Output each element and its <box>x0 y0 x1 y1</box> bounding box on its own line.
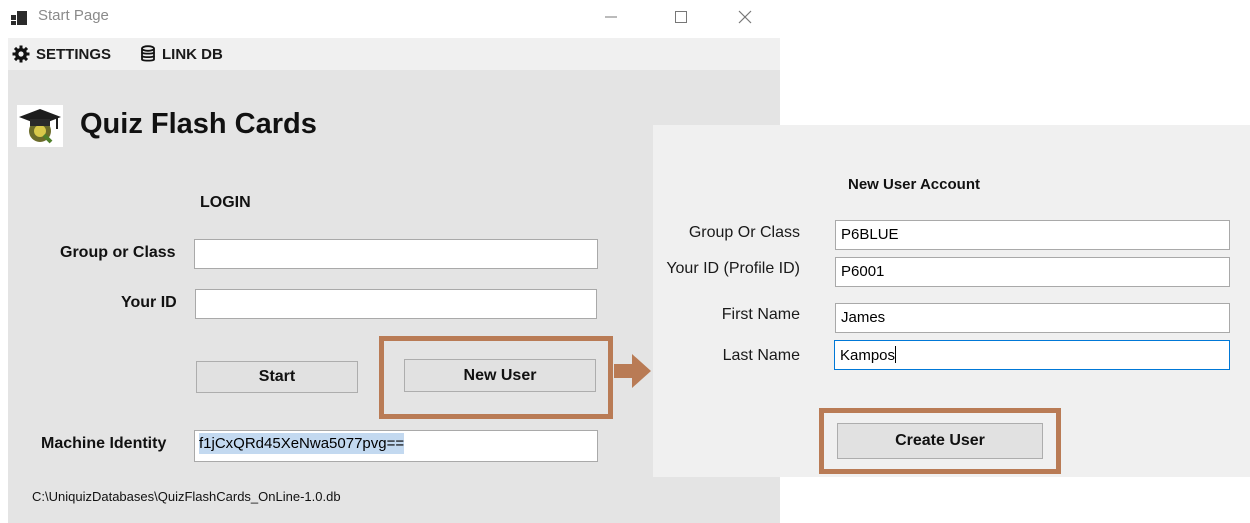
machine-identity-label: Machine Identity <box>41 435 167 452</box>
nu-profile-id-input[interactable]: P6001 <box>835 257 1230 287</box>
menu-link-db-label: LINK DB <box>162 45 223 63</box>
group-class-input[interactable] <box>194 239 598 269</box>
nu-group-class-label: Group Or Class <box>688 224 800 241</box>
maximize-button[interactable] <box>658 2 704 32</box>
window-app-icon <box>11 11 27 25</box>
machine-identity-value: f1jCxQRd45XeNwa5077pvg== <box>199 433 405 454</box>
database-icon <box>141 45 155 62</box>
nu-first-name-input[interactable]: James <box>835 303 1230 333</box>
database-path: C:\UniquizDatabases\QuizFlashCards_OnLin… <box>32 489 341 504</box>
menu-settings[interactable]: SETTINGS <box>12 38 111 70</box>
start-button[interactable]: Start <box>196 361 358 393</box>
new-user-button[interactable]: New User <box>404 359 596 392</box>
arrow-right-icon <box>614 354 651 388</box>
new-user-heading: New User Account <box>848 176 980 193</box>
minimize-icon <box>605 16 617 18</box>
machine-identity-field[interactable]: f1jCxQRd45XeNwa5077pvg== <box>194 430 598 462</box>
menu-settings-label: SETTINGS <box>36 45 112 63</box>
title-bar[interactable]: Start Page <box>0 0 780 36</box>
nu-profile-id-label: Your ID (Profile ID) <box>666 260 800 277</box>
nu-last-name-input[interactable]: Kampos <box>834 340 1230 370</box>
nu-first-name-label: First Name <box>721 306 800 323</box>
create-user-button[interactable]: Create User <box>837 423 1043 459</box>
menu-link-db[interactable]: LINK DB <box>140 38 223 70</box>
close-icon <box>738 10 752 24</box>
nu-group-class-input[interactable]: P6BLUE <box>835 220 1230 250</box>
maximize-icon <box>675 11 687 23</box>
graduation-cap-icon <box>17 105 63 147</box>
your-id-input[interactable] <box>195 289 597 319</box>
your-id-label: Your ID <box>121 294 177 311</box>
app-title: Quiz Flash Cards <box>80 108 317 140</box>
new-user-account-panel: New User Account Group Or Class P6BLUE Y… <box>653 125 1250 477</box>
group-class-label: Group or Class <box>60 244 176 261</box>
text-cursor <box>895 346 897 363</box>
minimize-button[interactable] <box>588 2 634 32</box>
nu-last-name-label: Last Name <box>722 347 800 364</box>
close-button[interactable] <box>722 2 768 32</box>
menu-bar: SETTINGS LINK DB <box>8 38 780 70</box>
gear-icon <box>12 45 30 63</box>
window-title: Start Page <box>38 7 109 24</box>
nu-last-name-value: Kampos <box>840 347 896 364</box>
login-heading: LOGIN <box>200 194 251 211</box>
